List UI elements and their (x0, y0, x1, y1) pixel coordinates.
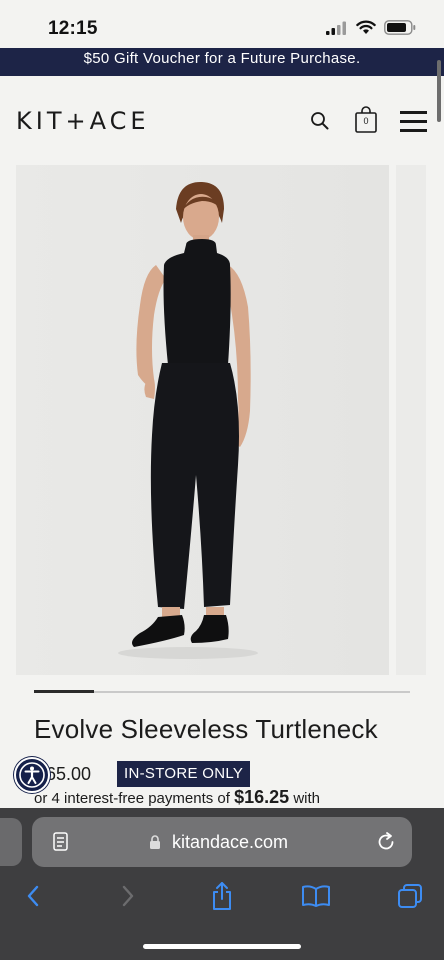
shopping-bag-button[interactable]: 0 (354, 106, 378, 134)
status-bar: 12:15 (0, 0, 444, 54)
forward-icon (122, 885, 134, 907)
product-price: 65.00 (46, 764, 92, 784)
browser-toolbar (0, 878, 444, 918)
previous-tab-preview[interactable] (0, 818, 22, 866)
model-photo (16, 165, 389, 675)
next-product-image-peek[interactable] (396, 165, 426, 675)
status-icons (326, 20, 416, 35)
accessibility-icon (19, 762, 45, 788)
reload-icon[interactable] (375, 831, 397, 853)
installments-amount: $16.25 (234, 787, 290, 807)
wifi-icon (356, 20, 376, 34)
promo-text: $50 Gift Voucher for a Future Purchase. (83, 50, 361, 67)
carousel-progress-fill (34, 690, 95, 693)
bag-count: 0 (363, 116, 369, 126)
battery-icon (384, 20, 416, 35)
site-header: KIT+ACE 0 (0, 76, 444, 166)
installments-text: or 4 interest-free payments of $16.25 wi… (34, 787, 320, 808)
menu-button[interactable] (400, 109, 428, 133)
back-button[interactable] (13, 878, 53, 914)
tabs-icon (398, 884, 422, 908)
product-title: Evolve Sleeveless Turtleneck (34, 714, 378, 744)
search-button[interactable] (309, 110, 331, 132)
carousel-progress (34, 690, 410, 693)
product-image[interactable] (16, 165, 389, 675)
bookmarks-button[interactable] (296, 878, 336, 914)
tabs-button[interactable] (390, 878, 430, 914)
back-icon (27, 885, 39, 907)
home-indicator[interactable] (143, 944, 301, 949)
promo-banner[interactable]: $50 Gift Voucher for a Future Purchase. (0, 48, 444, 76)
status-time: 12:15 (48, 18, 98, 39)
installments-suffix[interactable]: with (293, 790, 320, 807)
forward-button[interactable] (108, 878, 148, 914)
url-text: kitandace.com (171, 832, 289, 852)
address-bar[interactable]: kitandace.com (32, 817, 412, 867)
page-scrollbar[interactable] (437, 60, 441, 122)
logo[interactable]: KIT+ACE (16, 107, 150, 135)
search-icon (311, 112, 329, 130)
bookmarks-icon (302, 885, 330, 907)
share-icon (213, 882, 231, 910)
share-button[interactable] (202, 878, 242, 914)
installments-prefix: or 4 interest-free payments of (34, 790, 230, 807)
in-store-only-badge: IN-STORE ONLY (117, 761, 251, 787)
accessibility-button[interactable] (14, 757, 50, 793)
cellular-signal-icon (326, 21, 346, 35)
